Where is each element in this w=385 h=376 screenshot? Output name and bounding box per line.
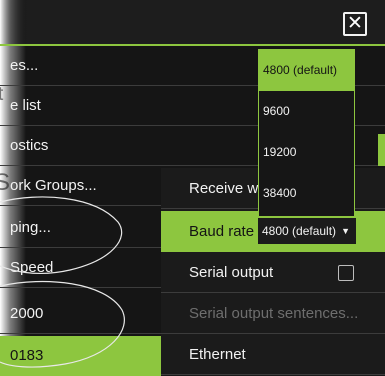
ethernet-row[interactable]: Ethernet <box>161 334 385 375</box>
row-label: Receive wa <box>189 180 267 197</box>
row-label: Serial output <box>189 264 274 281</box>
scrollbar-thumb[interactable] <box>378 134 385 166</box>
baud-option[interactable]: 9600 <box>259 91 354 132</box>
row-label: Serial output sentences... <box>189 305 359 322</box>
baud-option[interactable]: 19200 <box>259 132 354 173</box>
hand-drawn-annotation-loops <box>0 196 125 368</box>
row-label: Baud rate <box>189 223 255 240</box>
baud-rate-row[interactable]: Baud rate 4800 (default) ▼ <box>161 211 385 252</box>
chevron-down-icon: ▼ <box>341 226 350 236</box>
close-button[interactable]: ✕ <box>343 12 367 36</box>
baud-rate-select[interactable]: 4800 (default) ▼ <box>258 218 356 244</box>
menu-item-label: es... <box>10 57 39 74</box>
baud-option[interactable]: 38400 <box>259 173 354 214</box>
baud-rate-value: 4800 (default) <box>262 224 337 238</box>
menu-item-label: e list <box>10 97 41 114</box>
serial-output-sentences-row: Serial output sentences... <box>161 293 385 334</box>
serial-output-row[interactable]: Serial output <box>161 252 385 293</box>
baud-rate-dropdown-list: 4800 (default) 9600 19200 38400 <box>258 49 355 217</box>
close-icon: ✕ <box>347 13 363 34</box>
menu-item-label: ostics <box>10 137 49 154</box>
serial-output-checkbox[interactable] <box>338 265 354 281</box>
title-bar: ✕ <box>0 0 385 46</box>
row-label: Ethernet <box>189 346 246 363</box>
baud-option[interactable]: 4800 (default) <box>259 50 354 91</box>
